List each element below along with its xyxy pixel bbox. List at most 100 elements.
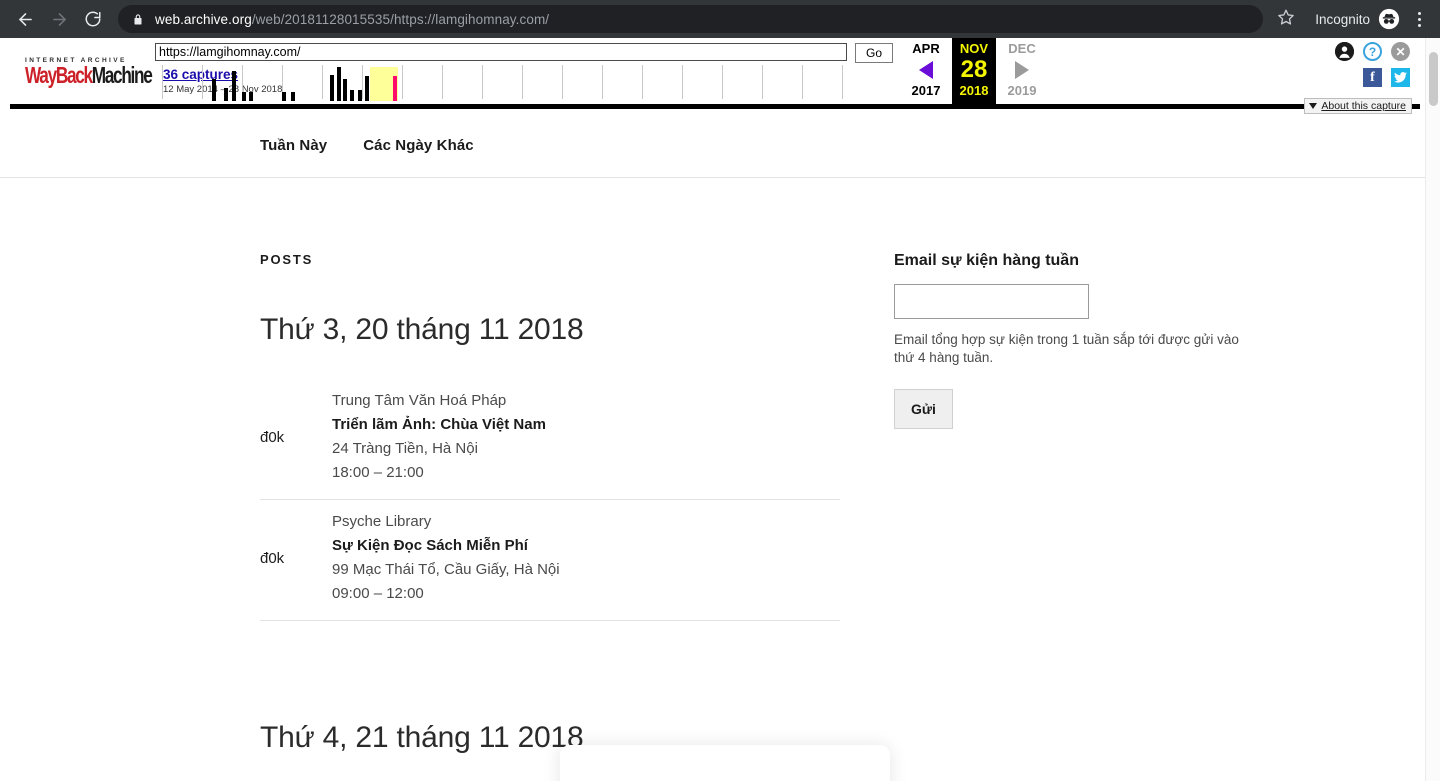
sparkline-tick: [642, 65, 643, 99]
event-time: 18:00 – 21:00: [332, 464, 424, 481]
sparkline-tick: [482, 65, 483, 99]
posts-column: POSTS Thứ 3, 20 tháng 11 2018 đ0k Trung …: [260, 252, 840, 781]
wayback-url-input[interactable]: [155, 43, 847, 61]
email-signup-note: Email tổng hợp sự kiện trong 1 tuần sắp …: [894, 332, 1239, 365]
prev-month-label: APR: [912, 41, 940, 56]
event-address: 99 Mạc Thái Tổ, Cầu Giấy, Hà Nội: [332, 561, 560, 578]
sparkline-bar[interactable]: [224, 88, 228, 101]
sparkline-tick: [762, 65, 763, 99]
reload-button[interactable]: [76, 2, 110, 36]
sparkline-tick: [162, 65, 163, 99]
incognito-label: Incognito: [1315, 11, 1370, 27]
sparkline-tick: [402, 65, 403, 99]
wayback-go-button[interactable]: Go: [855, 43, 893, 63]
next-year-label: 2019: [1007, 83, 1037, 98]
sparkline-tick: [202, 65, 203, 99]
forward-arrow-icon: [50, 10, 69, 29]
back-button[interactable]: [8, 2, 42, 36]
sparkline-tick: [802, 65, 803, 99]
facebook-share-icon[interactable]: f: [1363, 68, 1382, 87]
sparkline-tick: [842, 65, 843, 99]
wayback-machine-wordmark: WayBackMachine: [25, 62, 153, 88]
sparkline-tick: [442, 65, 443, 99]
event-row[interactable]: đ0k Psyche Library Sự Kiện Đọc Sách Miễn…: [260, 500, 840, 621]
incognito-avatar-icon[interactable]: [1378, 8, 1400, 30]
reload-icon: [84, 10, 102, 28]
sparkline-bar[interactable]: [365, 76, 369, 101]
sparkline-bar[interactable]: [291, 92, 295, 101]
day-block: Thứ 4, 21 tháng 11 2018 Trung Tâm Văn Ho…: [260, 721, 840, 781]
email-submit-button[interactable]: Gửi: [894, 389, 953, 429]
page-content: POSTS Thứ 3, 20 tháng 11 2018 đ0k Trung …: [0, 178, 1426, 781]
wayback-toolbar: INTERNET ARCHIVE WayBackMachine Go 36 ca…: [10, 38, 1420, 114]
person-circle-icon[interactable]: [1335, 42, 1354, 61]
email-signup-title: Email sự kiện hàng tuần: [894, 252, 1079, 269]
bookmark-button[interactable]: [1271, 4, 1301, 34]
page-viewport: INTERNET ARCHIVE WayBackMachine Go 36 ca…: [0, 38, 1440, 781]
capture-date-navigation: APR 2017 NOV 28 2018 DEC 2019: [900, 38, 1048, 104]
nav-tuan-nay[interactable]: Tuần Này: [260, 137, 327, 154]
capture-sparkline[interactable]: [162, 63, 890, 101]
sparkline-tick: [602, 65, 603, 99]
url-text: web.archive.org/web/20181128015535/https…: [155, 12, 549, 27]
event-row[interactable]: đ0k Trung Tâm Văn Hoá Pháp Triển lãm Ảnh…: [260, 379, 840, 500]
next-capture-nav[interactable]: DEC 2019: [996, 38, 1048, 104]
close-circle-icon[interactable]: ✕: [1391, 42, 1410, 61]
sparkline-bar[interactable]: [350, 90, 354, 101]
event-address: 24 Tràng Tiền, Hà Nội: [332, 440, 478, 457]
prev-year-label: 2017: [911, 83, 941, 98]
browser-menu-button[interactable]: [1406, 4, 1432, 34]
sparkline-bar[interactable]: [330, 75, 334, 101]
day-heading: Thứ 4, 21 tháng 11 2018: [260, 721, 584, 754]
about-capture-label: About this capture: [1321, 100, 1406, 112]
sparkline-bar[interactable]: [249, 92, 253, 101]
about-this-capture-button[interactable]: About this capture: [1304, 98, 1412, 114]
sparkline-tick: [362, 65, 363, 99]
sparkline-bar[interactable]: [212, 79, 216, 101]
current-capture-date: NOV 28 2018: [952, 38, 996, 104]
email-signup-column: Email sự kiện hàng tuần Email tổng hợp s…: [894, 252, 1254, 781]
forward-button[interactable]: [42, 2, 76, 36]
previous-capture-nav[interactable]: APR 2017: [900, 38, 952, 104]
sparkline-current-capture-bar[interactable]: [393, 76, 397, 101]
sparkline-bar[interactable]: [242, 92, 246, 101]
event-venue: Trung Tâm Văn Hoá Pháp: [332, 392, 507, 409]
back-arrow-icon: [16, 10, 35, 29]
chevron-down-icon: [1309, 103, 1318, 109]
twitter-share-icon[interactable]: [1391, 68, 1410, 87]
next-month-label: DEC: [1008, 41, 1036, 56]
page-scrollbar[interactable]: [1425, 38, 1440, 781]
next-arrow-icon: [1015, 61, 1029, 79]
event-price: đ0k: [260, 549, 285, 567]
sparkline-tick: [322, 65, 323, 99]
scrollbar-thumb[interactable]: [1429, 52, 1438, 106]
nav-cac-ngay-khac[interactable]: Các Ngày Khác: [363, 137, 474, 154]
day-heading: Thứ 3, 20 tháng 11 2018: [260, 313, 584, 346]
archived-page: Tuần Này Các Ngày Khác POSTS Thứ 3, 20 t…: [0, 114, 1426, 781]
sparkline-bar[interactable]: [343, 79, 347, 101]
sparkline-tick: [722, 65, 723, 99]
sparkline-tick: [562, 65, 563, 99]
sparkline-bar[interactable]: [337, 67, 341, 101]
browser-toolbar: web.archive.org/web/20181128015535/https…: [0, 0, 1440, 38]
event-venue: Psyche Library: [332, 513, 432, 530]
current-year-label: 2018: [959, 83, 989, 98]
previous-arrow-icon: [919, 61, 933, 79]
address-bar[interactable]: web.archive.org/web/20181128015535/https…: [118, 5, 1264, 33]
sparkline-bar[interactable]: [282, 92, 286, 101]
day-block: Thứ 3, 20 tháng 11 2018 đ0k Trung Tâm Vă…: [260, 313, 840, 621]
sparkline-bar[interactable]: [232, 71, 236, 101]
email-field[interactable]: [894, 284, 1089, 319]
event-title[interactable]: Sự Kiện Đọc Sách Miễn Phí: [332, 534, 840, 558]
help-circle-icon[interactable]: ?: [1363, 42, 1382, 61]
event-time: 09:00 – 12:00: [332, 585, 424, 602]
site-navigation: Tuần Này Các Ngày Khác: [0, 114, 1426, 178]
wayback-logo[interactable]: INTERNET ARCHIVE WayBackMachine: [10, 38, 155, 104]
bookmark-star-icon: [1277, 8, 1295, 31]
wayback-actions: ? ✕ f About this capture: [1302, 42, 1412, 114]
event-title[interactable]: Triển lãm Ảnh: Chùa Việt Nam: [332, 413, 840, 437]
url-host: web.archive.org: [155, 11, 252, 27]
page-title: POSTS: [260, 252, 314, 267]
three-dot-menu-icon: [1417, 11, 1421, 27]
sparkline-bar[interactable]: [358, 90, 362, 101]
